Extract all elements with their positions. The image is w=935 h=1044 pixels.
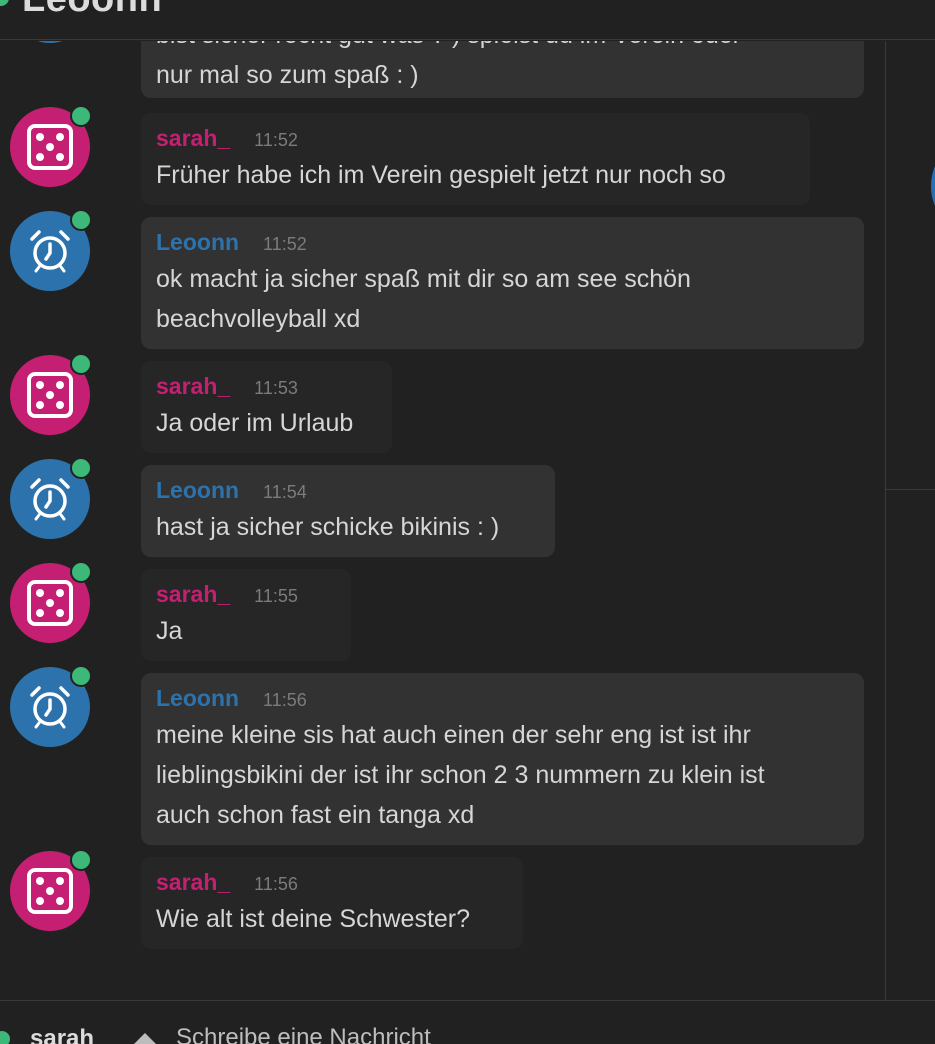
message-bubble: Leoonn 11:54 hast ja sicher schicke bikin…	[141, 465, 555, 557]
message-bubble: Leoonn 11:56 meine kleine sis hat auch ei…	[141, 673, 864, 845]
avatar-sarah[interactable]	[10, 105, 92, 187]
caret-up-icon[interactable]	[133, 1033, 157, 1044]
avatar-leoonn[interactable]	[10, 665, 92, 747]
online-status-icon	[70, 353, 92, 375]
message-time: 11:53	[254, 378, 298, 398]
message-bubble: sarah_ 11:55 Ja	[141, 569, 351, 661]
message-time: 11:56	[263, 690, 307, 710]
avatar-sarah[interactable]	[10, 561, 92, 643]
message-bubble: sarah_ 11:52 Früher habe ich im Verein ge…	[141, 113, 810, 205]
message-text: Ja oder im Urlaub	[156, 409, 354, 437]
dice-icon	[27, 580, 73, 626]
alarm-clock-icon	[30, 230, 70, 273]
message-time: 11:54	[263, 482, 307, 502]
message-bubble: sarah_ 11:56 Wie alt ist deine Schwester?	[141, 857, 523, 949]
online-status-icon	[70, 561, 92, 583]
alarm-clock-icon	[30, 686, 70, 729]
avatar-sarah[interactable]	[10, 353, 92, 435]
message-time: 11:52	[263, 234, 307, 254]
member-panel	[885, 41, 935, 1000]
avatar[interactable]	[10, 41, 90, 43]
avatar-leoonn[interactable]	[10, 457, 92, 539]
message-text: ok macht ja sicher spaß mit dir so am se…	[156, 265, 691, 333]
online-status-icon	[70, 849, 92, 871]
message-text: bist sicher recht gut was ? ) spielst du…	[156, 41, 741, 89]
message-author[interactable]: sarah_	[156, 869, 230, 895]
message-time: 11:52	[254, 130, 298, 150]
message-list[interactable]: bist sicher recht gut was ? ) spielst du…	[0, 41, 885, 1000]
avatar-sarah[interactable]	[10, 849, 92, 931]
message-time: 11:56	[254, 874, 298, 894]
message-text: Wie alt ist deine Schwester?	[156, 905, 471, 933]
message-author[interactable]: sarah_	[156, 581, 230, 607]
online-status-icon	[70, 457, 92, 479]
online-status-icon	[70, 105, 92, 127]
member-avatar[interactable]	[931, 146, 935, 226]
message-time: 11:55	[254, 586, 298, 606]
message-author[interactable]: Leoonn	[156, 477, 239, 503]
chat-window: Leoonn bist sicher recht gut was ? ) spi…	[0, 0, 935, 1044]
dice-icon	[27, 372, 73, 418]
chat-title: Leoonn	[22, 0, 162, 21]
message-bubble: bist sicher recht gut was ? ) spielst du…	[141, 41, 864, 98]
message-author[interactable]: Leoonn	[156, 685, 239, 711]
chat-header: Leoonn	[0, 0, 935, 40]
message-author[interactable]: Leoonn	[156, 229, 239, 255]
message-bubble: Leoonn 11:52 ok macht ja sicher spaß mit …	[141, 217, 864, 349]
divider	[886, 489, 935, 490]
message-text: Ja	[156, 617, 183, 645]
message-text: Früher habe ich im Verein gespielt jetzt…	[156, 161, 726, 189]
message-bubble: sarah_ 11:53 Ja oder im Urlaub	[141, 361, 392, 453]
online-status-icon	[0, 1031, 10, 1044]
dice-icon	[27, 124, 73, 170]
message-text: hast ja sicher schicke bikinis : )	[156, 513, 500, 541]
message-author[interactable]: sarah_	[156, 125, 230, 151]
alarm-clock-icon	[30, 478, 70, 521]
composer: sarah_	[0, 1000, 935, 1044]
message-text: meine kleine sis hat auch einen der sehr…	[156, 721, 765, 829]
online-status-icon	[70, 209, 92, 231]
message-author[interactable]: sarah_	[156, 373, 230, 399]
message-input[interactable]	[176, 1023, 876, 1044]
online-status-icon	[70, 665, 92, 687]
avatar-leoonn[interactable]	[10, 209, 92, 291]
composer-username: sarah_	[30, 1025, 108, 1044]
online-status-icon	[0, 0, 9, 6]
dice-icon	[27, 868, 73, 914]
